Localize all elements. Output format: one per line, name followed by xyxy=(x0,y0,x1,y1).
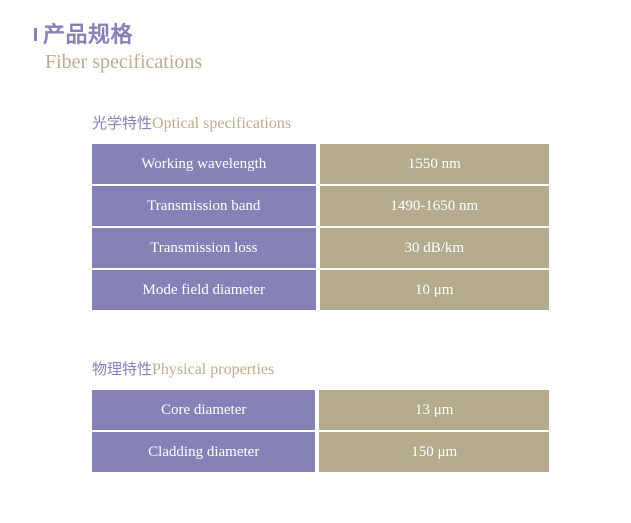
spec-value: 1490-1650 nm xyxy=(319,186,549,226)
section-heading-physical-cn: 物理特性 xyxy=(92,361,153,378)
optical-specifications-table: Working wavelength 1550 nm Transmission … xyxy=(88,142,553,312)
spec-value: 150 μm xyxy=(319,432,549,472)
physical-properties-table: Core diameter 13 μm Cladding diameter 15… xyxy=(88,388,553,474)
section-physical-properties: 物理特性Physical properties Core diameter 13… xyxy=(92,358,553,474)
section-heading-physical: 物理特性Physical properties xyxy=(92,358,553,380)
table-row: Core diameter 13 μm xyxy=(92,390,549,430)
spec-label: Mode field diameter xyxy=(92,270,316,310)
table-row: Transmission band 1490-1650 nm xyxy=(92,186,549,226)
spec-value: 30 dB/km xyxy=(319,228,549,268)
page-title-cn: 产品规格 xyxy=(43,22,134,47)
page-header: 产品规格 Fiber specifications xyxy=(34,22,202,74)
section-heading-optical: 光学特性Optical specifications xyxy=(92,112,553,134)
product-spec-page: 产品规格 Fiber specifications 光学特性Optical sp… xyxy=(0,0,631,523)
spec-label: Transmission loss xyxy=(92,228,316,268)
spec-value: 1550 nm xyxy=(319,144,549,184)
table-row: Working wavelength 1550 nm xyxy=(92,144,549,184)
table-row: Transmission loss 30 dB/km xyxy=(92,228,549,268)
section-heading-optical-en: Optical specifications xyxy=(152,115,292,132)
spec-label: Cladding diameter xyxy=(92,432,316,472)
spec-label: Transmission band xyxy=(92,186,316,226)
spec-value: 13 μm xyxy=(319,390,549,430)
section-heading-optical-cn: 光学特性 xyxy=(92,115,153,132)
page-title: 产品规格 xyxy=(34,22,202,48)
page-title-en: Fiber specifications xyxy=(45,51,203,73)
spec-label: Working wavelength xyxy=(92,144,316,184)
table-row: Cladding diameter 150 μm xyxy=(92,432,549,472)
title-accent-bar-icon xyxy=(34,28,37,41)
spec-label: Core diameter xyxy=(92,390,316,430)
section-optical-specifications: 光学特性Optical specifications Working wavel… xyxy=(92,112,553,312)
spec-value: 10 μm xyxy=(319,270,549,310)
table-row: Mode field diameter 10 μm xyxy=(92,270,549,310)
section-heading-physical-en: Physical properties xyxy=(152,361,275,378)
